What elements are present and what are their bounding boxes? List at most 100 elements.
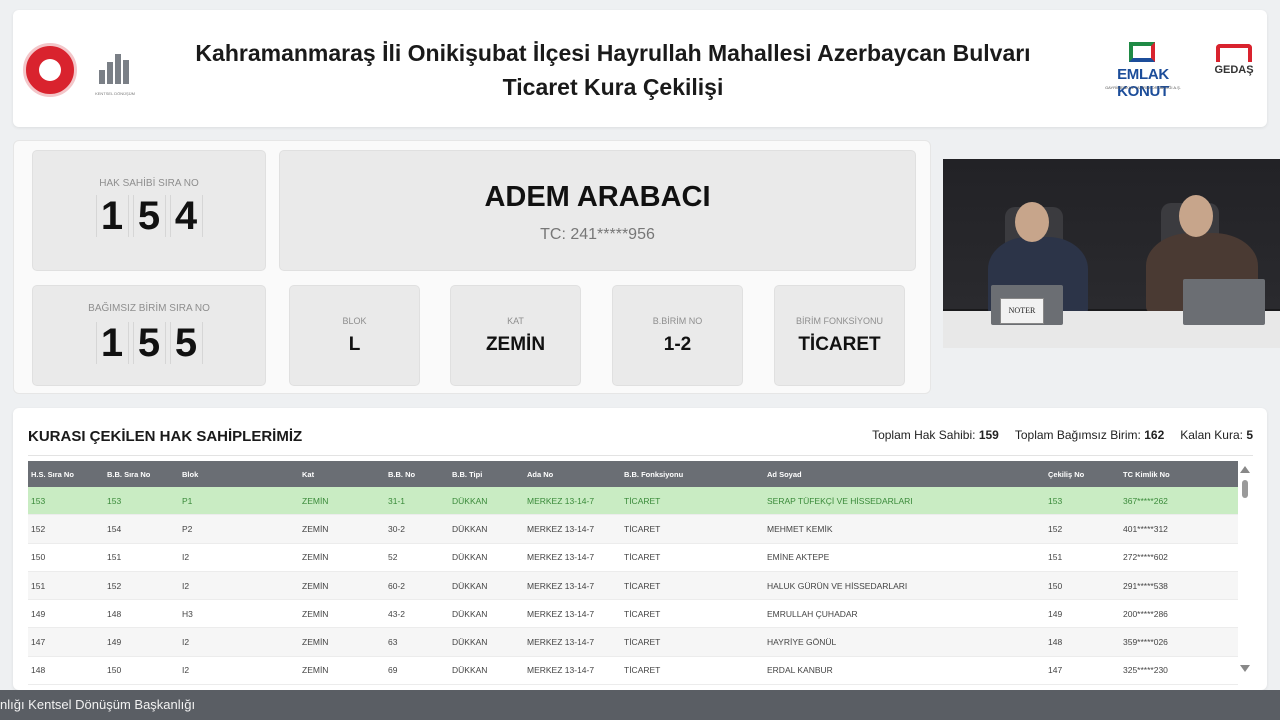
table-cell: 325*****230 [1123,665,1168,676]
table-cell: ZEMİN [302,495,329,506]
table-cell: 154 [107,523,122,534]
kentsel-donusum-logo: KENTSEL DÖNÜŞÜM [95,48,135,96]
scroll-up-icon[interactable] [1240,466,1250,473]
winner-tc: TC: 241*****956 [540,226,655,243]
table-cell: DÜKKAN [452,523,488,534]
column-header: B.B. No [388,469,416,479]
table-cell: 152 [107,580,122,591]
footer-ticker: nlığı Kentsel Dönüşüm Başkanlığı [0,690,1280,720]
column-header: TC Kimlik No [1123,469,1170,479]
column-header: Kat [302,469,315,479]
table-cell: 153 [1048,495,1063,506]
title-line-2: Ticaret Kura Çekilişi [502,74,724,100]
table-cell: MERKEZ 13-14-7 [527,552,595,563]
column-header: B.B. Sıra No [107,469,151,479]
table-cell: 149 [1048,608,1063,619]
results-stats: Toplam Hak Sahibi: 159 Toplam Bağımsız B… [872,428,1253,442]
digit: 1 [95,322,129,364]
table-cell: TİCARET [624,552,661,563]
blok-box: BLOK L [289,285,420,386]
table-body: 153 153 P1 ZEMİN 31-1 DÜKKAN MERKEZ 13-14-7 TİC… [28,487,1238,686]
table-cell: EMRULLAH ÇUHADAR [767,608,858,619]
table-cell: 401*****312 [1123,523,1168,534]
table-cell: 150 [107,665,122,676]
table-cell: ZEMİN [302,637,329,648]
ministry-seal-logo [23,43,77,97]
scroll-down-icon[interactable] [1240,665,1250,672]
blok-value: L [348,334,361,355]
digit: 5 [169,322,203,364]
digit: 4 [169,195,203,237]
table-cell: 272*****602 [1123,552,1168,563]
table-cell: 153 [107,495,122,506]
table-cell: ZEMİN [302,608,329,619]
blok-label: BLOK [342,316,367,326]
table-cell: MERKEZ 13-14-7 [527,665,595,676]
digit: 5 [132,322,166,364]
table-row: 148 150 I2 ZEMİN 69 DÜKKAN MERKEZ 13-14-7 TİCAR… [28,657,1238,686]
table-cell: I2 [182,552,190,563]
table-cell: 60-2 [388,580,406,591]
results-panel: KURASI ÇEKİLEN HAK SAHİPLERİMİZ Toplam H… [13,408,1267,690]
table-cell: 147 [1048,665,1063,676]
table-cell: 359*****026 [1123,637,1168,648]
kat-label: KAT [507,316,524,326]
table-row: 149 148 H3 ZEMİN 43-2 DÜKKAN MERKEZ 13-14-7 TİC… [28,600,1238,629]
table-cell: TİCARET [624,637,661,648]
table-cell: 63 [388,637,398,648]
table-cell: 151 [31,580,46,591]
table-cell: P1 [182,495,193,506]
column-header: Ad Soyad [767,469,802,479]
table-header: H.S. Sıra No B.B. Sıra No Blok Kat B.B. No B.… [28,461,1238,487]
fonksiyon-value: TİCARET [798,334,881,355]
table-cell: HALUK GÜRÜN VE HİSSEDARLARI [767,580,908,591]
table-cell: 31-1 [388,495,406,506]
scroll-thumb[interactable] [1242,480,1248,498]
table-cell: TİCARET [624,608,661,619]
digit: 5 [132,195,166,237]
table-cell: DÜKKAN [452,580,488,591]
table-cell: I2 [182,637,190,648]
gedas-logo: GEDAŞ [1211,44,1257,96]
table-row: 150 151 I2 ZEMİN 52 DÜKKAN MERKEZ 13-14-7 TİCAR… [28,544,1238,572]
current-draw-panel: HAK SAHİBİ SIRA NO 1 5 4 ADEM ARABACI TC… [13,140,931,394]
table-cell: 52 [388,552,398,563]
table-cell: MERKEZ 13-14-7 [527,608,595,619]
table-cell: DÜKKAN [452,495,488,506]
table-row: 147 149 I2 ZEMİN 63 DÜKKAN MERKEZ 13-14-7 TİCAR… [28,628,1238,657]
column-header: H.S. Sıra No [31,469,74,479]
bbirim-label: B.BİRİM NO [652,316,703,326]
table-cell: DÜKKAN [452,637,488,648]
hak-sahibi-number: 1 5 4 [33,195,265,237]
table-cell: ZEMİN [302,665,329,676]
table-cell: ZEMİN [302,580,329,591]
table-cell: I2 [182,665,190,676]
emlak-konut-logo: EMLAK KONUT GAYRİMENKUL YATIRIM ORTAKLIĞ… [1091,40,1195,100]
results-title: KURASI ÇEKİLEN HAK SAHİPLERİMİZ [28,428,303,445]
table-cell: 147 [31,637,46,648]
table-cell: MERKEZ 13-14-7 [527,580,595,591]
table-cell: TİCARET [624,495,661,506]
table-row: 151 152 I2 ZEMİN 60-2 DÜKKAN MERKEZ 13-14-7 TİC… [28,571,1238,601]
bagimsiz-birim-number: 1 5 5 [33,322,265,364]
table-cell: 148 [1048,637,1063,648]
winner-name: ADEM ARABACI [484,181,711,213]
kat-box: KAT ZEMİN [450,285,581,386]
table-cell: 152 [1048,523,1063,534]
table-cell: DÜKKAN [452,552,488,563]
table-cell: DÜKKAN [452,665,488,676]
roof-icon [1216,44,1252,62]
table-cell: ZEMİN [302,552,329,563]
table-cell: DÜKKAN [452,608,488,619]
column-header: B.B. Fonksiyonu [624,469,684,479]
table-cell: ERDAL KANBUR [767,665,833,676]
table-cell: 148 [107,608,122,619]
house-icon [1129,42,1155,62]
table-cell: 43-2 [388,608,406,619]
table-cell: 151 [107,552,122,563]
table-cell: TİCARET [624,580,661,591]
table-scrollbar[interactable] [1239,466,1251,672]
bbirim-value: 1-2 [663,334,692,355]
fonksiyon-label: BİRİM FONKSİYONU [795,316,883,326]
table-cell: 149 [107,637,122,648]
